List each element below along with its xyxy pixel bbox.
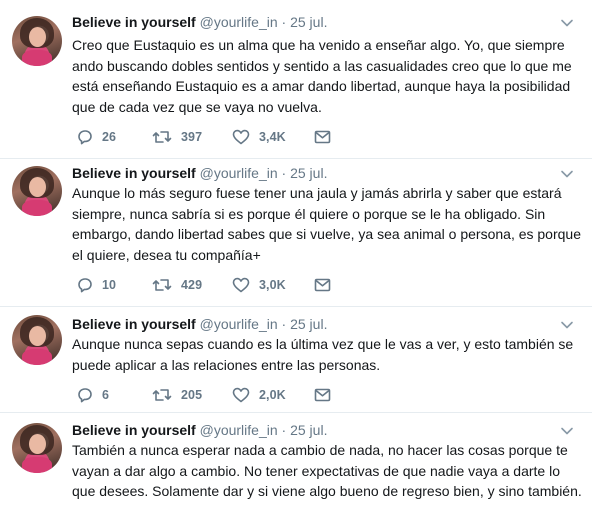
tweet-text-line: que de cada vez que se vaya no vuelva. <box>72 98 322 115</box>
separator: · <box>281 14 287 30</box>
display-name[interactable]: Believe in yourself <box>72 316 196 332</box>
retweet-count: 397 <box>181 130 203 144</box>
reply-count: 10 <box>102 278 117 292</box>
reply-count: 26 <box>102 130 117 144</box>
tweet-actions: 6 205 2,0K <box>72 386 372 404</box>
tweet-text-line: vayan a dar algo a cambio. No tener expe… <box>72 462 560 479</box>
tweet-text: Aunque nunca sepas cuando es la última v… <box>72 334 582 375</box>
tweet[interactable]: Believe in yourself @yourlife_in · 25 ju… <box>0 159 592 306</box>
retweet-count: 205 <box>181 388 203 402</box>
tweet-text-line: Aunque nunca sepas cuando es la última v… <box>72 336 574 352</box>
tweet-text-line: siempre, nunca sabría si es porque él qu… <box>72 205 546 222</box>
envelope-icon <box>314 130 331 144</box>
display-name[interactable]: Believe in yourself <box>72 422 196 438</box>
tweet-text-line: Aunque lo más seguro fuese tener una jau… <box>72 185 562 201</box>
reply-icon <box>78 278 92 293</box>
avatar[interactable] <box>12 423 62 473</box>
tweet-text-line: ando buscando dobles sentidos y sentido … <box>72 57 572 74</box>
tweet-text: Aunque lo más seguro fuese tener una jau… <box>72 183 582 265</box>
tweet-text: Creo que Eustaquio es un alma que ha ven… <box>72 35 582 117</box>
tweet-text-line: que desees. Solamente dar y si viene alg… <box>72 483 582 499</box>
display-name[interactable]: Believe in yourself <box>72 14 196 30</box>
reply-button[interactable]: 26 <box>76 128 116 146</box>
chevron-down-icon[interactable] <box>560 167 574 181</box>
direct-message-button[interactable] <box>314 386 331 404</box>
like-button[interactable]: 3,0K <box>232 276 286 294</box>
direct-message-button[interactable] <box>314 276 331 294</box>
like-count: 3,0K <box>259 278 286 292</box>
retweet-button[interactable]: 397 <box>152 128 202 146</box>
heart-icon <box>232 129 250 145</box>
timestamp[interactable]: 25 jul. <box>290 14 327 30</box>
retweet-icon <box>152 279 172 291</box>
tweet-text-line: el quiere, desea tu compañía+ <box>72 246 261 263</box>
tweet-text-line: También a nunca esperar nada a cambio de… <box>72 442 568 458</box>
like-count: 2,0K <box>259 388 286 402</box>
like-count: 3,4K <box>259 130 286 144</box>
heart-icon <box>232 387 250 403</box>
chevron-down-icon[interactable] <box>560 424 574 438</box>
avatar[interactable] <box>12 315 62 365</box>
username[interactable]: @yourlife_in <box>200 14 278 30</box>
tweet-text: También a nunca esperar nada a cambio de… <box>72 440 582 502</box>
username[interactable]: @yourlife_in <box>200 165 278 181</box>
reply-icon <box>78 388 92 403</box>
tweet-text-line: está enseñando Eustaquio es a amar dando… <box>72 78 571 94</box>
avatar[interactable] <box>12 16 62 66</box>
timestamp[interactable]: 25 jul. <box>290 165 327 181</box>
tweet[interactable]: Believe in yourself @yourlife_in · 25 ju… <box>0 307 592 412</box>
chevron-down-icon[interactable] <box>560 318 574 332</box>
envelope-icon <box>314 388 331 402</box>
envelope-icon <box>314 278 331 292</box>
timestamp[interactable]: 25 jul. <box>290 316 327 332</box>
tweet[interactable]: Believe in yourself @yourlife_in · 25 ju… <box>0 0 592 158</box>
tweet-header: Believe in yourself @yourlife_in · 25 ju… <box>72 421 327 439</box>
tweet-header: Believe in yourself @yourlife_in · 25 ju… <box>72 315 327 333</box>
retweet-icon <box>152 131 172 143</box>
tweet-text-line: puede aplicar a las relaciones entre las… <box>72 356 381 373</box>
like-button[interactable]: 3,4K <box>232 128 286 146</box>
retweet-button[interactable]: 205 <box>152 386 202 404</box>
retweet-button[interactable]: 429 <box>152 276 202 294</box>
like-button[interactable]: 2,0K <box>232 386 286 404</box>
separator: · <box>281 422 287 438</box>
tweet-header: Believe in yourself @yourlife_in · 25 ju… <box>72 164 327 182</box>
separator: · <box>281 316 287 332</box>
chevron-down-icon[interactable] <box>560 16 574 30</box>
tweet[interactable]: Believe in yourself @yourlife_in · 25 ju… <box>0 413 592 512</box>
reply-button[interactable]: 10 <box>76 276 116 294</box>
retweet-count: 429 <box>181 278 203 292</box>
display-name[interactable]: Believe in yourself <box>72 165 196 181</box>
tweet-text-line: Creo que Eustaquio es un alma que ha ven… <box>72 37 565 53</box>
timestamp[interactable]: 25 jul. <box>290 422 327 438</box>
reply-count: 6 <box>102 388 110 402</box>
reply-icon <box>78 130 92 145</box>
tweet-actions: 26 397 3,4K <box>72 128 372 146</box>
retweet-icon <box>152 389 172 401</box>
username[interactable]: @yourlife_in <box>200 422 278 438</box>
reply-button[interactable]: 6 <box>76 386 109 404</box>
username[interactable]: @yourlife_in <box>200 316 278 332</box>
direct-message-button[interactable] <box>314 128 331 146</box>
tweet-actions: 10 429 3,0K <box>72 276 372 294</box>
separator: · <box>281 165 287 181</box>
tweet-text-line: embargo, dando libertad sabes que si vue… <box>72 226 581 242</box>
tweet-header: Believe in yourself @yourlife_in · 25 ju… <box>72 13 327 31</box>
avatar[interactable] <box>12 166 62 216</box>
heart-icon <box>232 277 250 293</box>
